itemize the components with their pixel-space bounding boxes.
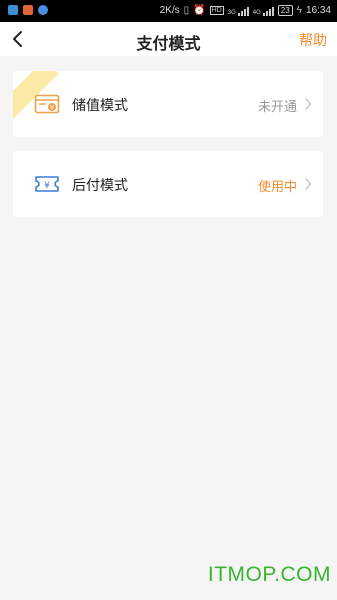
status-indicators: 2K/s ▯ ⏰ HD 3G 4G 23 ϟ 16:34 <box>160 5 331 16</box>
charging-icon: ϟ <box>296 5 302 16</box>
hd-icon: HD <box>209 6 224 15</box>
svg-text:¥: ¥ <box>50 105 54 112</box>
mode-status: 未开通 <box>257 100 297 115</box>
signal-icon: 3G <box>228 6 249 16</box>
status-bar: 2K/s ▯ ⏰ HD 3G 4G 23 ϟ 16:34 <box>0 0 337 22</box>
alarm-icon: ⏰ <box>193 5 206 16</box>
battery-level: 23 <box>280 6 290 15</box>
mode-card-stored-value[interactable]: ¥ 储值模式 未开通 <box>13 71 323 137</box>
clock: 16:34 <box>305 5 331 16</box>
wallet-icon: ¥ <box>34 94 60 114</box>
vibrate-icon: ▯ <box>183 5 190 16</box>
battery-icon: 23 <box>277 5 293 16</box>
mode-status: 使用中 <box>257 180 297 195</box>
mode-label: 后付模式 <box>72 178 128 194</box>
svg-text:¥: ¥ <box>44 181 50 191</box>
signal-icon: 4G <box>253 6 274 16</box>
mode-card-post-pay[interactable]: ¥ 后付模式 使用中 <box>13 151 323 217</box>
ticket-yen-icon: ¥ <box>35 176 59 192</box>
help-link[interactable]: 帮助 <box>299 30 327 50</box>
page-title: 支付模式 <box>136 34 201 53</box>
app-notification-icon <box>23 5 33 15</box>
mode-label: 储值模式 <box>72 98 128 114</box>
chevron-right-icon <box>305 178 312 190</box>
navigation-header: 支付模式 帮助 <box>0 22 337 56</box>
app-notification-icon <box>8 5 18 15</box>
chevron-right-icon <box>305 98 312 110</box>
watermark: ITMOP.COM <box>207 563 331 586</box>
network-speed: 2K/s <box>159 5 180 16</box>
app-notification-icon <box>38 5 48 15</box>
notification-icons <box>8 5 48 15</box>
